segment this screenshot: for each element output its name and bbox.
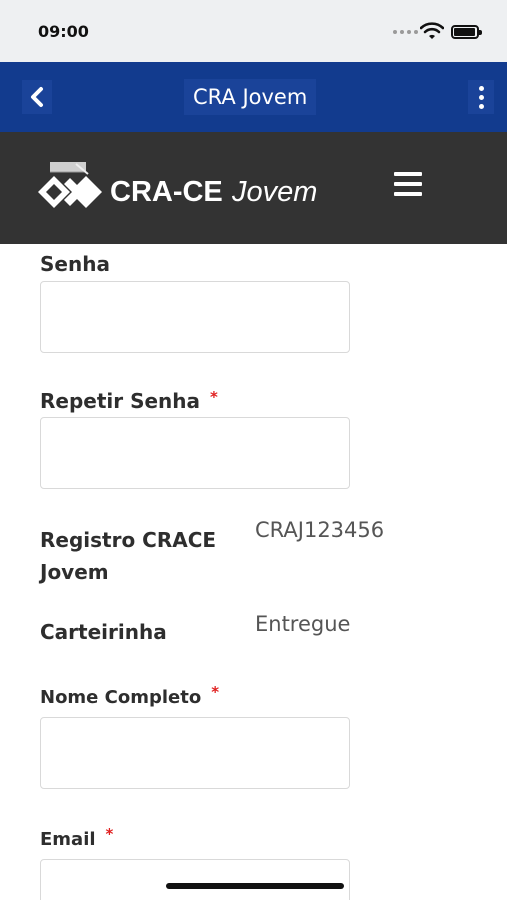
required-asterisk: * (210, 388, 218, 406)
required-asterisk: * (211, 683, 220, 701)
brand-header: CRA-CE Jovem (0, 132, 507, 244)
nome-completo-input[interactable] (40, 717, 350, 789)
home-indicator[interactable] (166, 883, 344, 889)
chevron-left-icon (31, 87, 43, 107)
app-bar: CRA Jovem (0, 62, 507, 132)
status-bar: 09:00 (0, 0, 507, 62)
brand-name-bold: CRA-CE (110, 176, 223, 208)
battery-icon (451, 25, 482, 39)
repetir-senha-label: Repetir Senha * (40, 388, 218, 413)
wifi-icon (420, 22, 444, 39)
senha-input[interactable] (40, 281, 350, 353)
cra-logo-icon (38, 162, 102, 208)
more-vertical-icon (478, 85, 484, 91)
nome-completo-label: Nome Completo * (40, 683, 220, 708)
carteirinha-label: Carteirinha (40, 620, 167, 644)
menu-icon[interactable] (394, 172, 422, 196)
status-time: 09:00 (38, 22, 89, 41)
signal-icon (393, 30, 418, 34)
repetir-senha-input[interactable] (40, 417, 350, 489)
carteirinha-value: Entregue (255, 612, 351, 636)
registro-value: CRAJ123456 (255, 518, 385, 542)
back-button[interactable] (22, 80, 52, 114)
required-asterisk: * (105, 825, 114, 843)
brand-name: CRA-CE Jovem (110, 174, 317, 209)
senha-label: Senha (40, 252, 110, 276)
app-title: CRA Jovem (184, 79, 317, 115)
brand-name-italic: Jovem (232, 176, 318, 208)
more-options-button[interactable] (468, 80, 494, 114)
registro-label: Registro CRACE Jovem (40, 528, 217, 584)
email-label: Email * (40, 825, 114, 850)
email-input[interactable] (40, 859, 350, 900)
